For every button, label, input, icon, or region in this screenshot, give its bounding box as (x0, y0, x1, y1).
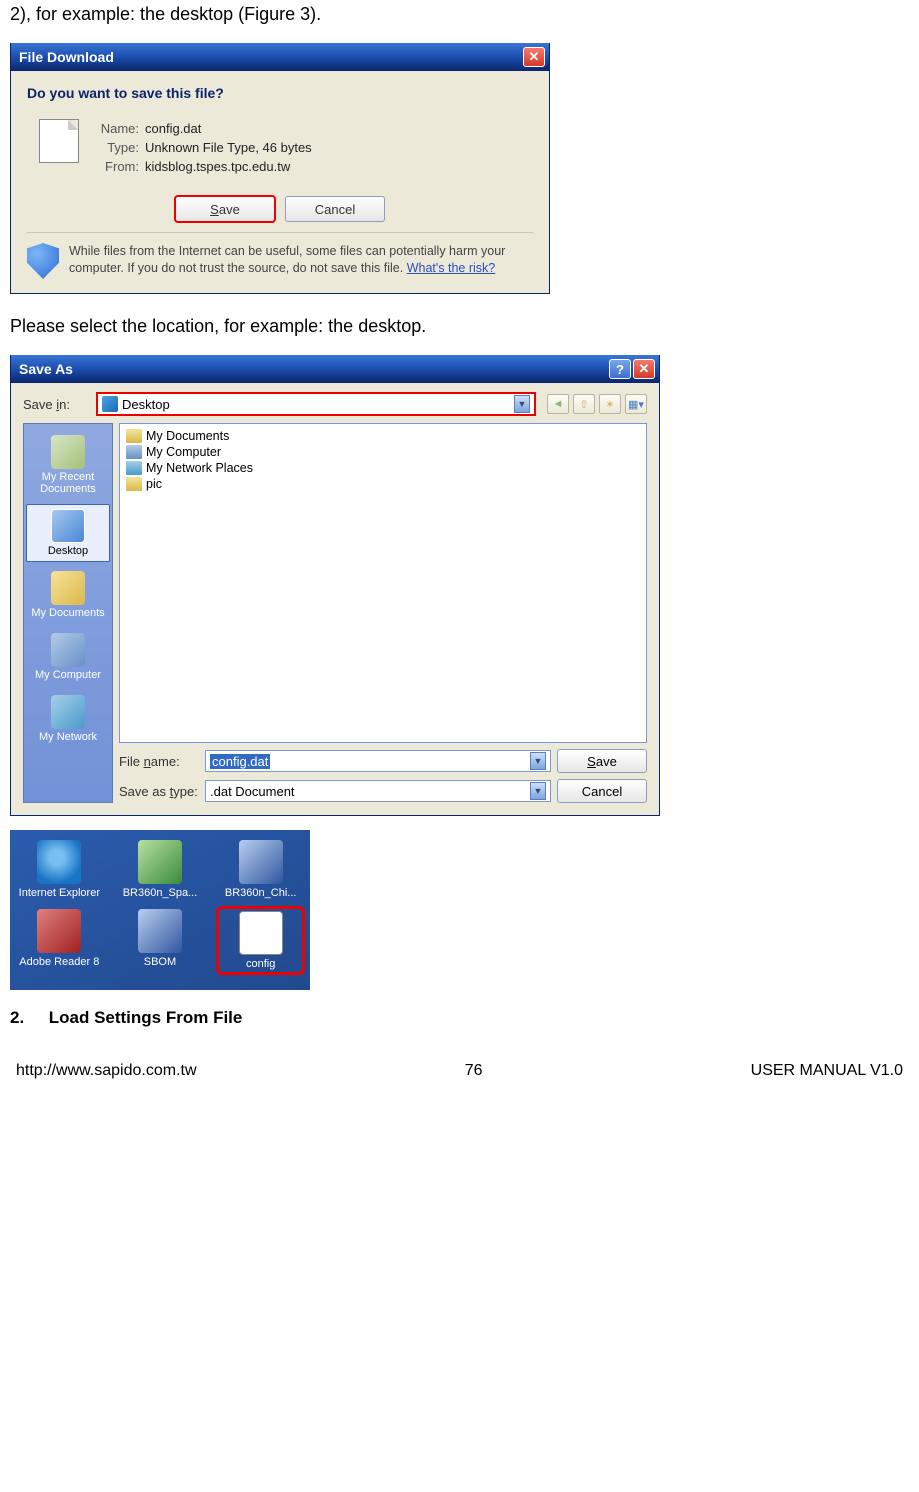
desktop-item-excel[interactable]: BR360n_Spa... (119, 840, 202, 899)
views-icon[interactable]: ▦▾ (625, 394, 647, 414)
chevron-down-icon[interactable]: ▼ (530, 782, 546, 800)
my-computer-icon (51, 633, 85, 667)
footer-url: http://www.sapido.com.tw (16, 1062, 197, 1080)
up-folder-icon[interactable]: ⇧ (573, 394, 595, 414)
saveastype-value: .dat Document (210, 784, 295, 799)
fd-from-value: kidsblog.tspes.tpc.edu.tw (145, 159, 290, 174)
word-icon (239, 840, 283, 884)
close-icon[interactable]: ✕ (633, 359, 655, 379)
places-bar: My Recent Documents Desktop My Documents… (23, 423, 113, 803)
save-button[interactable]: Save (175, 196, 275, 222)
section-number: 2. (10, 1008, 44, 1028)
savein-value: Desktop (122, 397, 170, 412)
fd-type-label: Type: (91, 140, 145, 155)
place-desktop[interactable]: Desktop (26, 504, 110, 562)
page-footer: http://www.sapido.com.tw 76 USER MANUAL … (10, 1058, 909, 1100)
cancel-button[interactable]: Cancel (557, 779, 647, 803)
folder-icon (126, 429, 142, 443)
sa-title: Save As (19, 361, 609, 377)
intro-text: 2), for example: the desktop (Figure 3). (10, 4, 909, 25)
fd-warning-text: While files from the Internet can be use… (69, 243, 533, 279)
shield-icon (27, 243, 59, 279)
close-icon[interactable]: ✕ (523, 47, 545, 67)
save-as-dialog: Save As ? ✕ Save in: Desktop ▼ ◄ ⇧ ✶ ▦▾ (10, 355, 660, 816)
list-item[interactable]: pic (126, 476, 640, 492)
place-my-documents[interactable]: My Documents (26, 566, 110, 624)
filename-value: config.dat (210, 754, 270, 769)
list-item[interactable]: My Network Places (126, 460, 640, 476)
fd-name-label: Name: (91, 121, 145, 136)
sa-titlebar: Save As ? ✕ (11, 355, 659, 383)
footer-version: USER MANUAL V1.0 (751, 1062, 903, 1080)
new-folder-icon[interactable]: ✶ (599, 394, 621, 414)
chevron-down-icon[interactable]: ▼ (530, 752, 546, 770)
saveastype-dropdown[interactable]: .dat Document ▼ (205, 780, 551, 802)
list-item[interactable]: My Computer (126, 444, 640, 460)
recent-docs-icon (51, 435, 85, 469)
save-button[interactable]: Save (557, 749, 647, 773)
fd-titlebar: File Download ✕ (11, 43, 549, 71)
desktop-icon (102, 396, 118, 412)
excel-icon (138, 840, 182, 884)
place-recent[interactable]: My Recent Documents (26, 430, 110, 500)
fd-question: Do you want to save this file? (27, 85, 533, 101)
file-icon (39, 119, 79, 163)
fd-title: File Download (19, 49, 523, 65)
back-icon[interactable]: ◄ (547, 394, 569, 414)
acrobat-icon (37, 909, 81, 953)
fd-from-label: From: (91, 159, 145, 174)
desktop-item-word[interactable]: BR360n_Chi... (219, 840, 302, 899)
fd-name-value: config.dat (145, 121, 201, 136)
network-icon (126, 461, 142, 475)
mid-text: Please select the location, for example:… (10, 316, 909, 337)
place-my-computer[interactable]: My Computer (26, 628, 110, 686)
file-icon (239, 911, 283, 955)
filename-label: File name: (119, 754, 199, 769)
section-heading: 2. Load Settings From File (10, 1008, 909, 1028)
save-button-label-rest: ave (219, 202, 240, 217)
desktop-item-sbom[interactable]: SBOM (119, 909, 202, 972)
desktop-item-acrobat[interactable]: Adobe Reader 8 (18, 909, 101, 972)
section-title: Load Settings From File (49, 1008, 243, 1027)
ie-icon (37, 840, 81, 884)
my-network-icon (51, 695, 85, 729)
risk-link[interactable]: What's the risk? (407, 261, 496, 275)
saveastype-label: Save as type: (119, 784, 199, 799)
word-icon (138, 909, 182, 953)
file-download-dialog: File Download ✕ Do you want to save this… (10, 43, 550, 294)
folder-icon (126, 477, 142, 491)
place-my-network[interactable]: My Network (26, 690, 110, 748)
computer-icon (126, 445, 142, 459)
cancel-button[interactable]: Cancel (285, 196, 385, 222)
my-documents-icon (51, 571, 85, 605)
filename-input[interactable]: config.dat ▼ (205, 750, 551, 772)
list-item[interactable]: My Documents (126, 428, 640, 444)
desktop-item-ie[interactable]: Internet Explorer (18, 840, 101, 899)
page-number: 76 (465, 1062, 483, 1080)
savein-label: Save in: (23, 397, 91, 412)
help-icon[interactable]: ? (609, 359, 631, 379)
file-list[interactable]: My Documents My Computer My Network Plac… (119, 423, 647, 743)
desktop-icon (51, 509, 85, 543)
chevron-down-icon[interactable]: ▼ (514, 395, 530, 413)
fd-type-value: Unknown File Type, 46 bytes (145, 140, 312, 155)
desktop-icons-strip: Internet Explorer BR360n_Spa... BR360n_C… (10, 830, 310, 990)
savein-dropdown[interactable]: Desktop ▼ (97, 393, 535, 415)
desktop-item-config[interactable]: config (219, 909, 302, 972)
